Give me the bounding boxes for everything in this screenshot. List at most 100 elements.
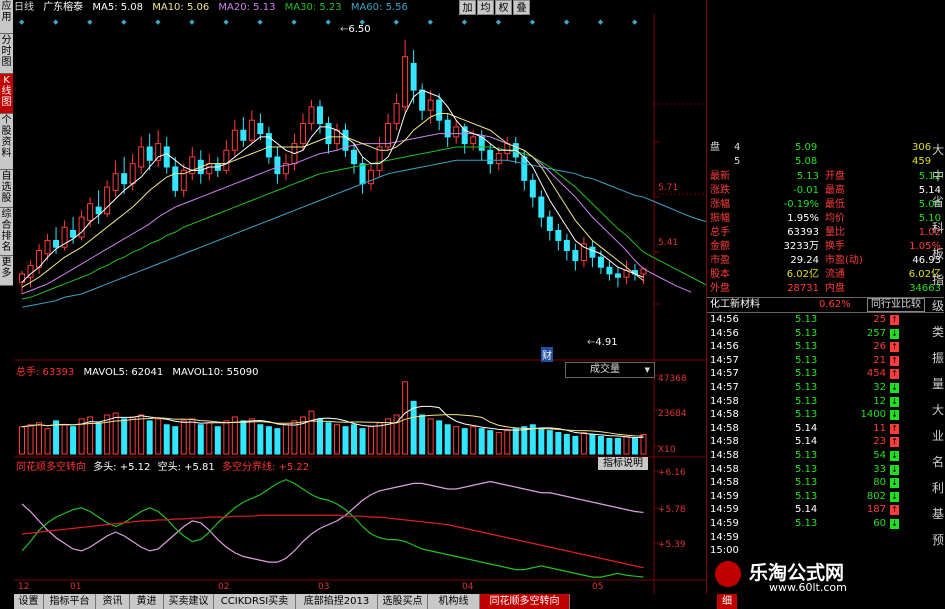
sector-name[interactable]: 化工新材料 <box>710 298 760 312</box>
event-marker[interactable]: ◆ <box>325 18 331 26</box>
event-marker[interactable]: ◆ <box>87 18 93 26</box>
ma60-extension <box>643 196 706 223</box>
tick-price: 5.13 <box>795 490 818 502</box>
max-price-label: ←6.50 <box>340 24 371 35</box>
volume-bar <box>521 426 528 455</box>
event-marker[interactable]: ◆ <box>496 18 502 26</box>
event-marker[interactable]: ◆ <box>598 18 604 26</box>
event-marker[interactable]: ◆ <box>394 18 400 26</box>
quote-val-1: 3233万 <box>783 241 819 252</box>
arrow-up-icon: ↑ <box>890 342 899 353</box>
arrow-down-icon: ↓ <box>890 491 899 502</box>
date-label: 02 <box>218 582 230 592</box>
left-tab-1[interactable]: 分时图 <box>0 34 13 74</box>
bottom-tab-6[interactable]: 底部掐捏2013 <box>296 594 378 609</box>
event-marker[interactable]: ◆ <box>462 18 468 26</box>
bottom-tab-7[interactable]: 选股买点 <box>378 594 428 609</box>
period-label[interactable]: 日线 <box>14 2 34 13</box>
kong-label: 空头: +5.81 <box>157 462 215 473</box>
bottom-tab-4[interactable]: 买卖建议 <box>164 594 214 609</box>
sell-level: 4 <box>734 142 741 153</box>
kline-chart[interactable]: ◆ ◆ ◆ ◆ ◆ ◆ ◆ ◆ ◆ ◆ ◆ ◆ ◆ ◆ ◆ ◆ ◆ ◆ ◆ <box>14 14 706 594</box>
left-tab-6[interactable]: 更多 <box>0 256 13 286</box>
arrow-up-icon: ↑ <box>890 355 899 366</box>
min-price-value: 4.91 <box>595 337 618 348</box>
candle-body <box>359 163 366 185</box>
event-marker[interactable]: ◆ <box>291 18 297 26</box>
bottom-tab-1[interactable]: 指标平台 <box>44 594 96 609</box>
bottom-tab-9[interactable]: 同花顺多空转向 <box>480 594 570 609</box>
event-marker[interactable]: ◆ <box>530 18 536 26</box>
right-edge-char: 省 <box>932 195 945 209</box>
quote-key-1: 外盘 <box>710 283 730 294</box>
indicator-title[interactable]: 同花顺多空转向 <box>16 462 86 473</box>
quote-val-1: 28731 <box>787 283 819 294</box>
indicator-help-button[interactable]: 指标说明 <box>598 457 648 470</box>
toolbar-button-2[interactable]: 权 <box>495 0 512 15</box>
event-marker[interactable]: ◆ <box>53 18 59 26</box>
quote-key-1: 市盈 <box>710 255 730 266</box>
volume-bar <box>121 418 128 455</box>
volume-dropdown-label: 成交量 <box>590 364 620 375</box>
price-axis-label-1: 5.71 <box>658 183 679 193</box>
bottom-tab-3[interactable]: 黄进 <box>130 594 164 609</box>
candle-body <box>155 143 162 161</box>
bottom-tab-2[interactable]: 资讯 <box>96 594 130 609</box>
toolbar-button-0[interactable]: 加 <box>459 0 476 15</box>
tick-price: 5.13 <box>795 395 818 407</box>
left-tab-2[interactable]: K线图 <box>0 74 13 114</box>
event-marker[interactable]: ◆ <box>19 18 25 26</box>
event-marker[interactable]: ◆ <box>428 18 434 26</box>
duo-label: 多头: +5.12 <box>93 462 151 473</box>
tick-time: 15:00 <box>710 545 739 557</box>
event-marker[interactable]: ◆ <box>223 18 229 26</box>
watermark: 乐淘公式网 www.60lt.com <box>709 558 945 594</box>
toolbar-button-1[interactable]: 均 <box>477 0 494 15</box>
sector-bar[interactable]: 化工新材料 0.62% 同行业比较 <box>707 297 944 313</box>
left-tab-5[interactable]: 综合排名 <box>0 208 13 256</box>
arrow-down-icon: ↓ <box>890 464 899 475</box>
bottom-tab-0[interactable]: 设置 <box>14 594 44 609</box>
volume-bar <box>453 426 460 455</box>
bottom-tab-5[interactable]: CCIKDRSI买卖 <box>214 594 296 609</box>
candle-body <box>546 216 553 231</box>
candle-body <box>70 229 77 238</box>
tick-row: 14:59 <box>707 532 944 544</box>
bottom-tab-8[interactable]: 机构线 <box>428 594 480 609</box>
sell-volume: 459 <box>912 156 932 167</box>
toolbar-button-3[interactable]: 叠 <box>513 0 530 15</box>
candle-body <box>104 186 111 215</box>
event-marker[interactable]: ◆ <box>121 18 127 26</box>
volume-bar <box>572 435 579 455</box>
arrow-up-icon: ↑ <box>890 437 899 448</box>
bottom-right-label[interactable]: 细 <box>717 594 737 609</box>
volume-bar <box>223 420 230 455</box>
candle-body <box>589 246 596 258</box>
left-tab-0[interactable]: 应用 <box>0 0 13 34</box>
tick-volume: 33 <box>873 463 886 475</box>
quote-key-1: 股本 <box>710 269 730 280</box>
tick-time: 14:58 <box>710 436 739 448</box>
right-edge-char: 利 <box>932 481 945 495</box>
volume-bar <box>495 432 502 455</box>
tick-volume: 25 <box>873 314 886 325</box>
left-tab-3[interactable]: 个股资料 <box>0 114 13 170</box>
date-label: 03 <box>318 582 330 592</box>
volume-bar <box>555 432 562 455</box>
volume-bar <box>265 426 272 455</box>
volume-indicator-dropdown[interactable]: 成交量 ▼ <box>565 362 655 378</box>
volume-bar <box>257 424 264 455</box>
event-marker[interactable]: ◆ <box>632 18 638 26</box>
sector-compare-button[interactable]: 同行业比较 <box>867 298 925 312</box>
tick-price: 5.14 <box>795 436 818 448</box>
event-marker[interactable]: ◆ <box>155 18 161 26</box>
panel-divider <box>706 0 707 594</box>
event-marker[interactable]: ◆ <box>564 18 570 26</box>
finance-badge[interactable]: 财 <box>541 347 553 362</box>
left-tab-4[interactable]: 自选股 <box>0 170 13 208</box>
price-axis-label-2: 5.41 <box>658 238 679 248</box>
event-marker[interactable]: ◆ <box>257 18 263 26</box>
quote-row: 总手 63393 量比 1.02 <box>707 226 944 239</box>
event-marker[interactable]: ◆ <box>189 18 195 26</box>
volume-bar <box>316 418 323 455</box>
